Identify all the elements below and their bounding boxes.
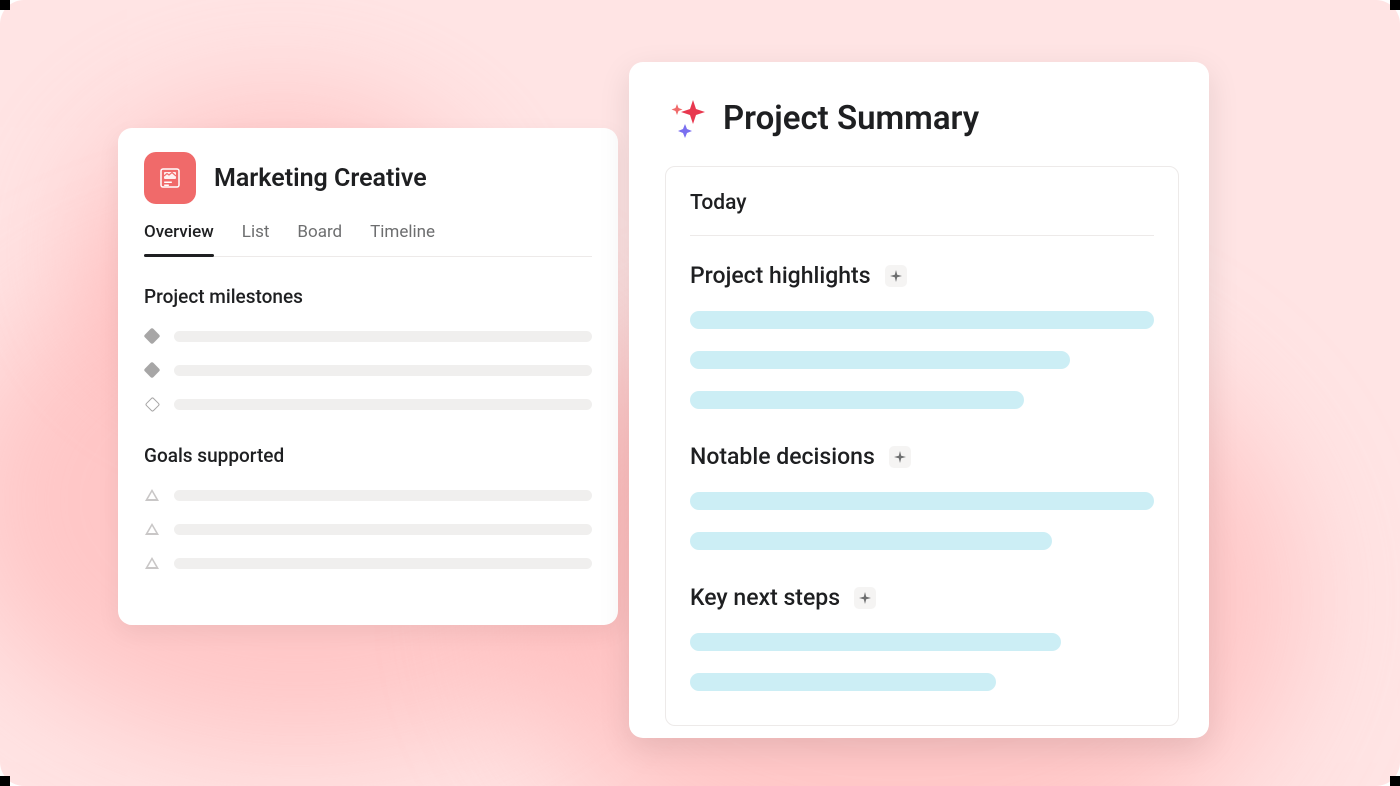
tabs: Overview List Board Timeline bbox=[144, 222, 592, 257]
project-card: Marketing Creative Overview List Board T… bbox=[118, 128, 618, 625]
summary-card: Project Summary Today Project highlights… bbox=[629, 62, 1209, 738]
milestone-open-icon bbox=[144, 396, 160, 412]
sparkle-icon bbox=[665, 96, 709, 140]
project-icon bbox=[144, 152, 196, 204]
summary-header: Project Summary bbox=[665, 96, 1179, 140]
goal-icon bbox=[144, 487, 160, 503]
milestone-complete-icon bbox=[144, 362, 160, 378]
summary-body: Today Project highlights Notable decisio… bbox=[665, 166, 1179, 726]
tab-overview[interactable]: Overview bbox=[144, 222, 214, 256]
milestone-complete-icon bbox=[144, 328, 160, 344]
subsection-decisions: Notable decisions bbox=[690, 443, 1154, 470]
subsection-title: Project highlights bbox=[690, 262, 871, 289]
project-title: Marketing Creative bbox=[214, 164, 427, 193]
subsection-highlights: Project highlights bbox=[690, 262, 1154, 289]
placeholder-line bbox=[174, 490, 592, 501]
placeholder-line bbox=[174, 524, 592, 535]
placeholder-line bbox=[174, 331, 592, 342]
content-placeholder bbox=[690, 391, 1024, 409]
content-placeholder bbox=[690, 351, 1070, 369]
ai-sparkle-icon[interactable] bbox=[854, 587, 876, 609]
project-header: Marketing Creative bbox=[144, 152, 592, 204]
ai-sparkle-icon[interactable] bbox=[885, 265, 907, 287]
milestone-row bbox=[144, 362, 592, 378]
tab-list[interactable]: List bbox=[242, 222, 270, 256]
goal-row bbox=[144, 487, 592, 503]
placeholder-line bbox=[174, 399, 592, 410]
milestone-row bbox=[144, 396, 592, 412]
content-placeholder bbox=[690, 492, 1154, 510]
content-placeholder bbox=[690, 673, 996, 691]
goal-icon bbox=[144, 521, 160, 537]
milestone-row bbox=[144, 328, 592, 344]
tab-board[interactable]: Board bbox=[297, 222, 342, 256]
goal-row bbox=[144, 555, 592, 571]
goals-section-title: Goals supported bbox=[144, 444, 592, 467]
tab-timeline[interactable]: Timeline bbox=[370, 222, 435, 256]
content-placeholder bbox=[690, 311, 1154, 329]
placeholder-line bbox=[174, 558, 592, 569]
content-placeholder bbox=[690, 532, 1052, 550]
summary-title: Project Summary bbox=[723, 99, 979, 138]
subsection-title: Notable decisions bbox=[690, 443, 875, 470]
goal-icon bbox=[144, 555, 160, 571]
subsection-title: Key next steps bbox=[690, 584, 840, 611]
placeholder-line bbox=[174, 365, 592, 376]
milestones-section-title: Project milestones bbox=[144, 285, 592, 308]
goal-row bbox=[144, 521, 592, 537]
subsection-next-steps: Key next steps bbox=[690, 584, 1154, 611]
ai-sparkle-icon[interactable] bbox=[889, 446, 911, 468]
today-label: Today bbox=[690, 191, 1154, 236]
content-placeholder bbox=[690, 633, 1061, 651]
